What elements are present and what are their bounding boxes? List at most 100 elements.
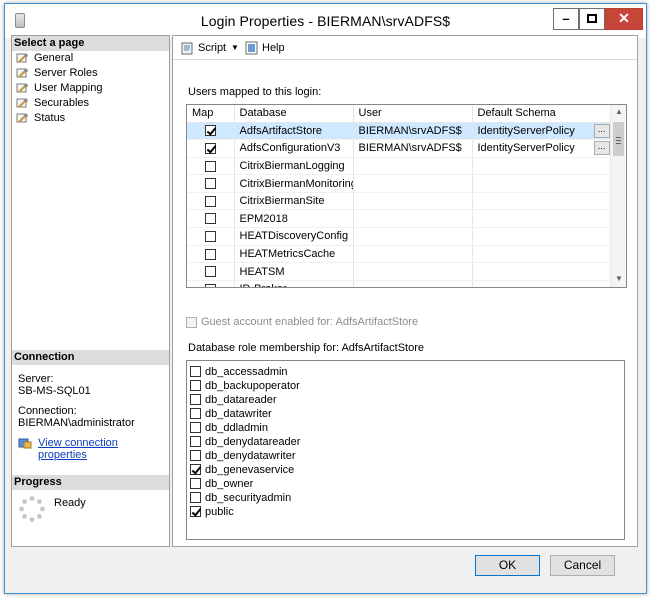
table-row[interactable]: HEATSM (187, 262, 613, 281)
list-item[interactable]: db_owner (187, 477, 624, 491)
role-checkbox[interactable] (190, 463, 201, 475)
map-checkbox[interactable] (204, 266, 216, 278)
minimize-button[interactable]: – (553, 8, 579, 30)
script-button[interactable]: Script (181, 41, 226, 55)
default-schema-cell[interactable] (472, 157, 613, 176)
map-checkbox[interactable] (204, 160, 216, 172)
connection-details: Server: SB-MS-SQL01 Connection: BIERMAN\… (12, 365, 169, 469)
user-cell[interactable] (353, 227, 473, 246)
role-checkbox[interactable] (190, 449, 201, 461)
list-item[interactable]: db_datawriter (187, 407, 624, 421)
role-checkbox[interactable] (190, 477, 201, 489)
table-row[interactable]: ID-Broker (187, 280, 613, 287)
column-header-default-schema[interactable]: Default Schema (472, 105, 613, 123)
list-item[interactable]: public (187, 505, 624, 519)
role-checkbox[interactable] (190, 379, 201, 391)
close-button[interactable]: ✕ (605, 8, 643, 30)
role-checkbox[interactable] (190, 393, 201, 405)
list-item[interactable]: db_ddladmin (187, 421, 624, 435)
script-dropdown-arrow[interactable]: ▼ (231, 41, 239, 55)
column-header-map[interactable]: Map (187, 105, 235, 123)
view-connection-properties-link[interactable]: View connection properties (18, 437, 163, 461)
role-checkbox[interactable] (190, 491, 201, 503)
scroll-down-arrow-icon[interactable]: ▼ (614, 274, 624, 284)
list-item[interactable]: db_denydatareader (187, 435, 624, 449)
page-item-general[interactable]: General (12, 51, 169, 66)
map-checkbox[interactable] (204, 283, 216, 287)
grid-vertical-scrollbar[interactable]: ▲ ▼ (610, 105, 626, 287)
user-cell[interactable] (353, 245, 473, 264)
guest-account-checkbox[interactable] (186, 316, 197, 328)
default-schema-cell[interactable]: IdentityServerPolicy... (472, 122, 613, 141)
table-row[interactable]: AdfsConfigurationV3 BIERMAN\srvADFS$ Ident… (187, 139, 613, 158)
map-checkbox[interactable] (204, 178, 216, 190)
role-checkbox[interactable] (190, 435, 201, 447)
map-checkbox[interactable] (204, 213, 216, 225)
table-row[interactable]: CitrixBiermanLogging (187, 157, 613, 176)
list-item[interactable]: db_securityadmin (187, 491, 624, 505)
page-item-user-mapping[interactable]: User Mapping (12, 81, 169, 96)
table-row[interactable]: AdfsArtifactStore BIERMAN\srvADFS$ Identit… (187, 122, 613, 141)
default-schema-cell[interactable] (472, 174, 613, 193)
map-checkbox[interactable] (204, 248, 216, 260)
schema-browse-button[interactable]: ... (593, 141, 610, 156)
page-item-securables[interactable]: Securables (12, 96, 169, 111)
user-cell[interactable] (353, 192, 473, 211)
user-cell[interactable]: BIERMAN\srvADFS$ (353, 122, 473, 141)
map-cell[interactable] (187, 122, 235, 141)
user-cell[interactable] (353, 262, 473, 281)
user-cell[interactable] (353, 280, 473, 287)
default-schema-cell[interactable] (472, 192, 613, 211)
list-item[interactable]: db_genevaservice (187, 463, 624, 477)
map-checkbox[interactable] (204, 230, 216, 242)
schema-browse-button[interactable]: ... (593, 123, 610, 138)
role-checkbox[interactable] (190, 407, 201, 419)
column-header-database[interactable]: Database (234, 105, 354, 123)
map-cell[interactable] (187, 157, 235, 176)
progress-header: Progress (12, 475, 169, 490)
role-checkbox[interactable] (190, 505, 201, 517)
default-schema-cell[interactable] (472, 209, 613, 229)
column-header-user[interactable]: User (353, 105, 473, 123)
list-item[interactable]: db_backupoperator (187, 379, 624, 393)
map-cell[interactable] (187, 280, 235, 287)
page-item-status[interactable]: Status (12, 111, 169, 126)
map-checkbox[interactable] (204, 142, 216, 154)
scroll-thumb[interactable] (613, 122, 624, 156)
list-item[interactable]: db_accessadmin (187, 365, 624, 379)
table-row[interactable]: HEATDiscoveryConfig (187, 227, 613, 246)
default-schema-cell[interactable] (472, 245, 613, 264)
map-cell[interactable] (187, 245, 235, 264)
map-cell[interactable] (187, 139, 235, 158)
scroll-up-arrow-icon[interactable]: ▲ (614, 107, 624, 117)
table-row[interactable]: HEATMetricsCache (187, 245, 613, 264)
cancel-button[interactable]: Cancel (550, 555, 615, 576)
user-cell[interactable]: BIERMAN\srvADFS$ (353, 139, 473, 158)
list-item[interactable]: db_denydatawriter (187, 449, 624, 463)
help-button[interactable]: Help (245, 41, 285, 55)
user-cell[interactable] (353, 174, 473, 193)
table-row[interactable]: EPM2018 (187, 209, 613, 229)
user-cell[interactable] (353, 157, 473, 176)
map-cell[interactable] (187, 192, 235, 211)
map-cell[interactable] (187, 209, 235, 229)
page-item-server-roles[interactable]: Server Roles (12, 66, 169, 81)
ok-button[interactable]: OK (475, 555, 540, 576)
map-cell[interactable] (187, 174, 235, 193)
maximize-button[interactable] (579, 8, 605, 30)
default-schema-cell[interactable] (472, 262, 613, 281)
default-schema-cell[interactable] (472, 227, 613, 246)
map-cell[interactable] (187, 262, 235, 281)
default-schema-cell[interactable]: IdentityServerPolicy... (472, 139, 613, 158)
table-row[interactable]: CitrixBiermanSite (187, 192, 613, 211)
default-schema-cell[interactable] (472, 280, 613, 287)
map-checkbox[interactable] (204, 195, 216, 207)
user-cell[interactable] (353, 209, 473, 229)
list-item[interactable]: db_datareader (187, 393, 624, 407)
map-cell[interactable] (187, 227, 235, 246)
guest-account-checkbox-row[interactable]: Guest account enabled for: AdfsArtifactS… (186, 316, 418, 328)
role-checkbox[interactable] (190, 365, 201, 377)
table-row[interactable]: CitrixBiermanMonitoring (187, 174, 613, 193)
role-checkbox[interactable] (190, 421, 201, 433)
map-checkbox[interactable] (204, 125, 216, 137)
